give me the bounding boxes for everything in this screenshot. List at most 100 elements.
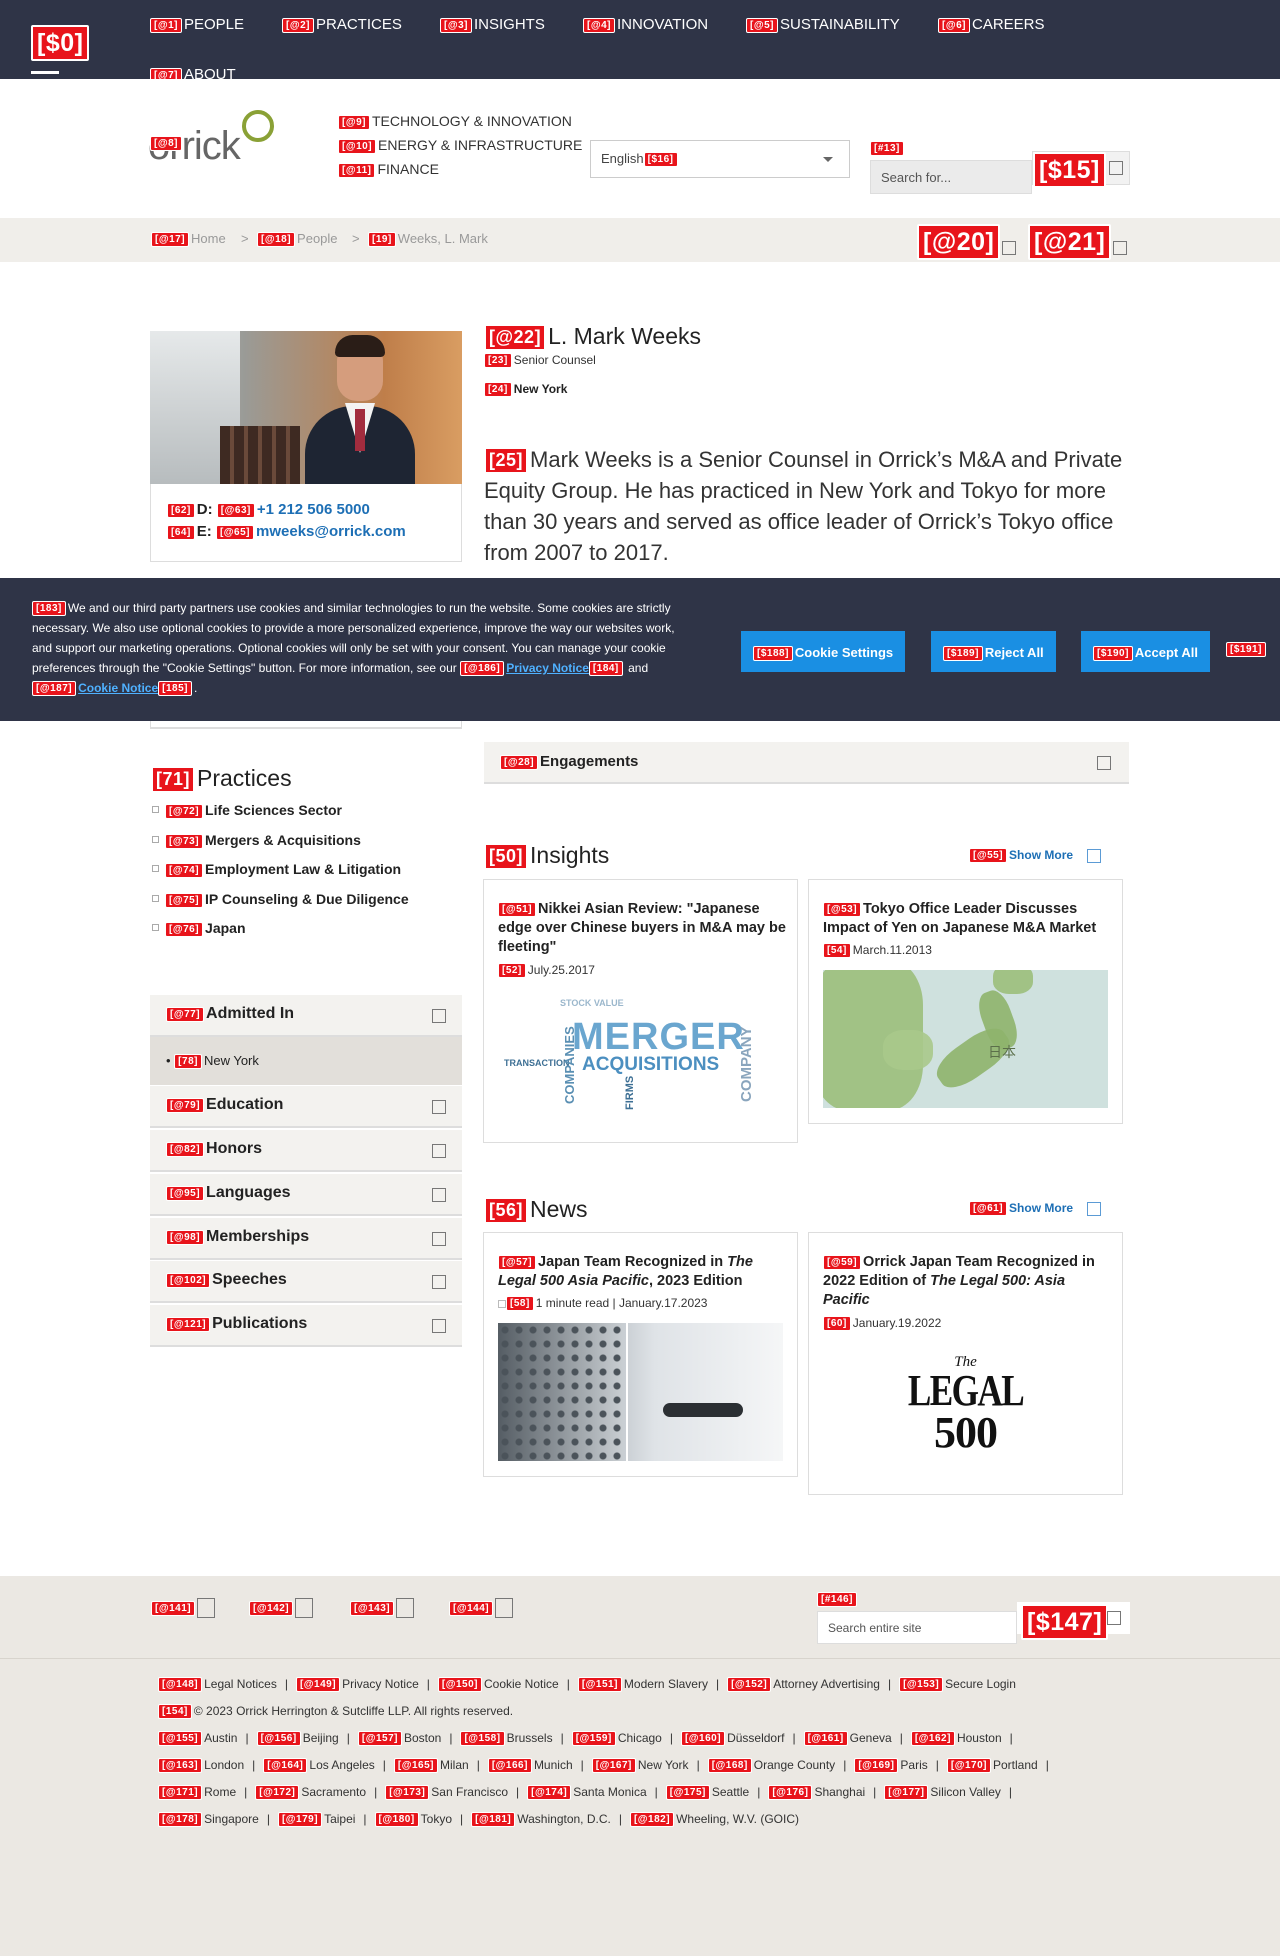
office-link[interactable]: [@155] Austin [158, 1731, 237, 1746]
expand-icon [1097, 756, 1111, 770]
office-link[interactable]: [@159] Chicago [571, 1731, 662, 1746]
office-link[interactable]: [@165] Milan [393, 1758, 469, 1773]
card-date: [58] 1 minute read | January.17.2023 [498, 1296, 707, 1311]
card-date: [54] March.11.2013 [823, 943, 932, 958]
office-link[interactable]: [@170] Portland [946, 1758, 1038, 1773]
office-link[interactable]: [@161] Geneva [803, 1731, 892, 1746]
office-link[interactable]: [@171] Rome [158, 1785, 236, 1800]
print-button[interactable]: [@21] [1028, 224, 1128, 260]
office-link[interactable]: [@174] Santa Monica [527, 1785, 647, 1800]
practice-life-sciences[interactable]: [@72] Life Sciences Sector [152, 802, 342, 819]
home-link[interactable]: [$0] [31, 25, 90, 61]
site-header: orrick [@8] [@9] TECHNOLOGY & INNOVATION … [0, 79, 1280, 216]
subnav-energy[interactable]: [@10] ENERGY & INFRASTRUCTURE [338, 137, 582, 154]
footer-link[interactable]: [@153] Secure Login [899, 1677, 1016, 1692]
card-date: [52] July.25.2017 [498, 963, 595, 978]
office-link[interactable]: [@157] Boston [357, 1731, 441, 1746]
twitter-icon[interactable]: [@142] [249, 1598, 314, 1618]
nav-practices[interactable]: [@2] PRACTICES [282, 16, 402, 33]
office-link[interactable]: [@160] Düsseldorf [680, 1731, 784, 1746]
nav-sustainability[interactable]: [@5] SUSTAINABILITY [746, 16, 900, 33]
link-separator: | [244, 1785, 248, 1799]
office-link[interactable]: [@169] Paris [854, 1758, 928, 1773]
accordion-education[interactable]: [@79] Education [150, 1086, 462, 1128]
privacy-notice-link[interactable]: Privacy Notice [506, 661, 589, 675]
cookie-settings-button[interactable]: [$188] Cookie Settings [741, 631, 906, 672]
instagram-icon[interactable]: [@144] [449, 1598, 514, 1618]
footer-divider [0, 1658, 1280, 1659]
phone-link[interactable]: [@63] +1 212 506 5000 [216, 501, 370, 518]
office-link[interactable]: [@158] Brussels [460, 1731, 553, 1746]
nav-people[interactable]: [@1] PEOPLE [150, 16, 244, 33]
office-link[interactable]: [@166] Munich [487, 1758, 573, 1773]
link-separator: | [516, 1785, 520, 1799]
office-link[interactable]: [@172] Sacramento [255, 1785, 366, 1800]
header-search-input[interactable]: Search for... [870, 160, 1032, 194]
footer-search-button[interactable]: [$147] [1017, 1602, 1130, 1640]
insights-show-more[interactable]: [@55] Show More [969, 848, 1102, 863]
language-select[interactable]: English [$16] [590, 140, 850, 178]
insight-card-tokyo[interactable]: [@53] Tokyo Office Leader Discusses Impac… [808, 879, 1123, 1124]
news-heading: [56] News [484, 1196, 588, 1224]
close-cookie-button[interactable]: [$191] [1226, 642, 1266, 657]
accordion-honors[interactable]: [@82] Honors [150, 1130, 462, 1172]
office-link[interactable]: [@180] Tokyo [374, 1812, 452, 1827]
accept-all-button[interactable]: [$190] Accept All [1081, 631, 1210, 672]
office-link[interactable]: [@182] Wheeling, W.V. (GOIC) [629, 1812, 799, 1827]
office-link[interactable]: [@179] Taipei [277, 1812, 355, 1827]
breadcrumb-people[interactable]: [@18] People [257, 231, 338, 247]
footer-link[interactable]: [@150] Cookie Notice [437, 1677, 559, 1692]
accordion-memberships[interactable]: [@98] Memberships [150, 1218, 462, 1260]
cookie-text: [183] We and our third party partners use… [32, 601, 675, 696]
footer-link[interactable]: [@152] Attorney Advertising [727, 1677, 880, 1692]
nav-innovation[interactable]: [@4] INNOVATION [583, 16, 708, 33]
office-link[interactable]: [@177] Silicon Valley [884, 1785, 1001, 1800]
practice-ma[interactable]: [@73] Mergers & Acquisitions [152, 832, 361, 849]
practice-ip[interactable]: [@75] IP Counseling & Due Diligence [152, 891, 409, 908]
footer-link[interactable]: [@151] Modern Slavery [577, 1677, 708, 1692]
facebook-icon[interactable]: [@143] [350, 1598, 415, 1618]
orrick-logo[interactable]: orrick [@8] [148, 110, 278, 176]
accordion-admitted-in[interactable]: [@77] Admitted In [150, 995, 462, 1037]
breadcrumb-home[interactable]: [@17] Home [151, 231, 226, 247]
footer-link[interactable]: [@149] Privacy Notice [295, 1677, 419, 1692]
footer-search-input[interactable]: Search entire site [817, 1611, 1017, 1644]
cookie-notice-link[interactable]: Cookie Notice [78, 681, 158, 695]
office-link[interactable]: [@173] San Francisco [385, 1785, 508, 1800]
accordion-speeches[interactable]: [@102] Speeches [150, 1261, 462, 1303]
office-link[interactable]: [@181] Washington, D.C. [471, 1812, 611, 1827]
subnav-technology[interactable]: [@9] TECHNOLOGY & INNOVATION [338, 113, 572, 130]
header-search-button[interactable]: [$15] [1032, 151, 1130, 188]
news-card-legal500-2022[interactable]: [@59] Orrick Japan Team Recognized in 202… [808, 1232, 1123, 1495]
news-show-more[interactable]: [@61] Show More [969, 1201, 1102, 1216]
share-button[interactable]: [@20] [917, 224, 1017, 260]
engagements-accordion[interactable]: [@28] Engagements [484, 742, 1129, 784]
office-link[interactable]: [@163] London [158, 1758, 244, 1773]
nav-careers[interactable]: [@6] CAREERS [938, 16, 1045, 33]
email-link[interactable]: [@65] mweeks@orrick.com [215, 523, 406, 540]
office-link[interactable]: [@176] Shanghai [768, 1785, 865, 1800]
nav-insights[interactable]: [@3] INSIGHTS [440, 16, 545, 33]
subnav-finance[interactable]: [@11] FINANCE [338, 161, 439, 178]
office-link[interactable]: [@162] Houston [910, 1731, 1002, 1746]
office-link[interactable]: [@164] Los Angeles [263, 1758, 375, 1773]
accordion-languages[interactable]: [@95] Languages [150, 1174, 462, 1216]
profile-name: [@22] L. Mark Weeks [484, 323, 701, 351]
footer-link[interactable]: [@148] Legal Notices [158, 1677, 277, 1692]
accordion-publications[interactable]: [@121] Publications [150, 1305, 462, 1347]
practice-japan[interactable]: [@76] Japan [152, 920, 246, 937]
office-link[interactable]: [@175] Seattle [665, 1785, 749, 1800]
insight-card-nikkei[interactable]: [@51] Nikkei Asian Review: "Japanese edge… [483, 879, 798, 1143]
link-separator: | [654, 1785, 658, 1799]
office-link[interactable]: [@168] Orange County [707, 1758, 835, 1773]
search-icon [1107, 1611, 1121, 1625]
reject-all-button[interactable]: [$189] Reject All [931, 631, 1056, 672]
linkedin-icon[interactable]: [@141] [151, 1598, 216, 1618]
office-link[interactable]: [@167] New York [591, 1758, 689, 1773]
office-link[interactable]: [@178] Singapore [158, 1812, 259, 1827]
profile-title: [23] Senior Counsel [484, 353, 596, 368]
news-card-legal500-2023[interactable]: [@57] Japan Team Recognized in The Legal … [483, 1232, 798, 1477]
contact-card-bottom [150, 721, 462, 729]
office-link[interactable]: [@156] Beijing [256, 1731, 339, 1746]
practice-employment[interactable]: [@74] Employment Law & Litigation [152, 861, 401, 878]
